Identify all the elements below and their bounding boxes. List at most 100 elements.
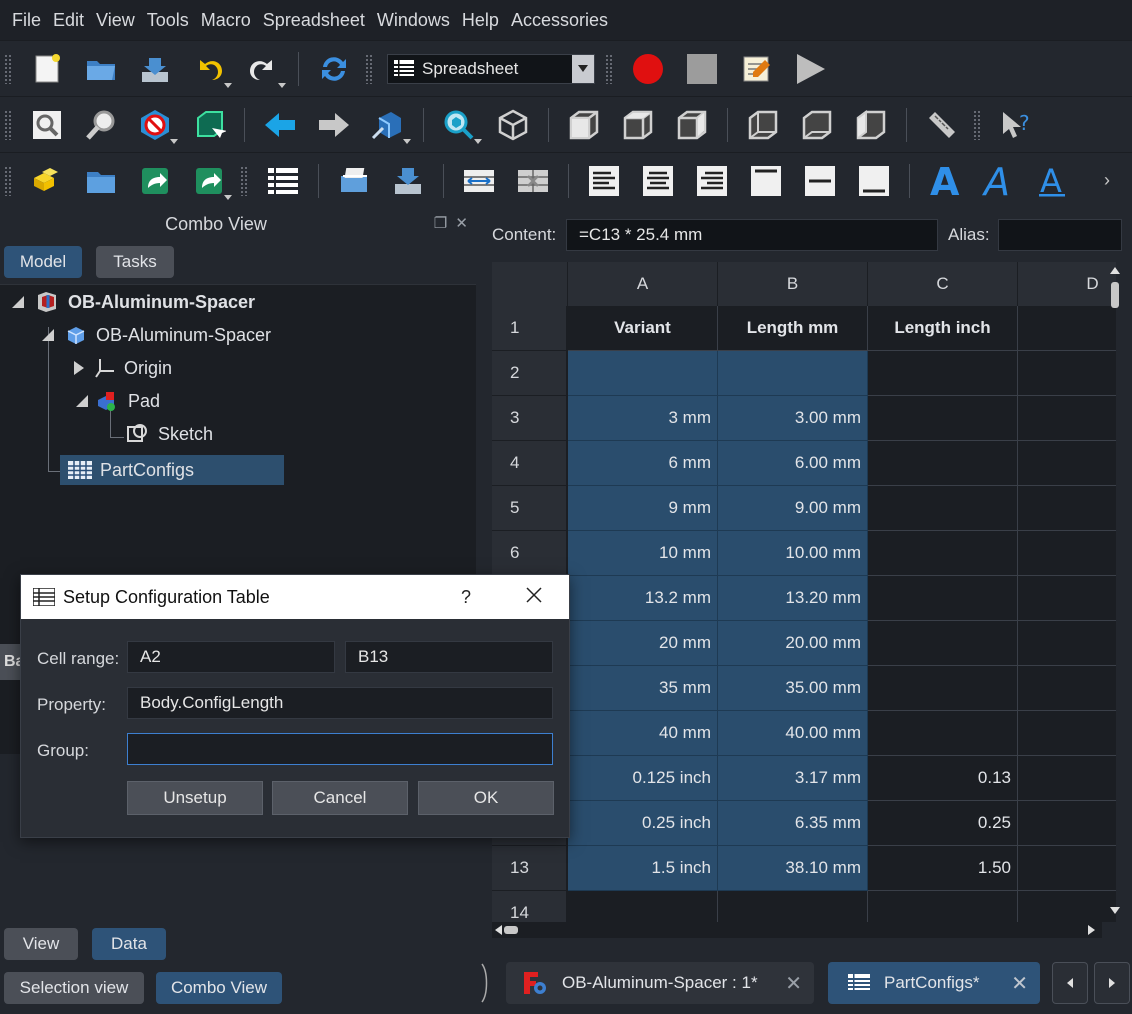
tree-item-document[interactable]: OB-Aluminum-Spacer <box>10 287 255 317</box>
cell-c9[interactable] <box>868 666 1018 711</box>
cell-d9[interactable] <box>1018 666 1116 711</box>
cell-a14[interactable] <box>568 891 718 922</box>
undo-button[interactable] <box>186 46 232 92</box>
tree-item-body[interactable]: OB-Aluminum-Spacer <box>40 320 271 350</box>
cell-d2[interactable] <box>1018 351 1116 396</box>
cell-b14[interactable] <box>718 891 868 922</box>
menu-file[interactable]: File <box>6 0 47 40</box>
cell-b11[interactable]: 3.17 mm <box>718 756 868 801</box>
menu-macro[interactable]: Macro <box>195 0 257 40</box>
cell-d13[interactable] <box>1018 846 1116 891</box>
toolbar-grip[interactable] <box>973 109 981 140</box>
dialog-help-button[interactable]: ? <box>461 587 471 608</box>
row-header[interactable]: 2 <box>492 351 566 396</box>
cell-b5[interactable]: 9.00 mm <box>718 486 868 531</box>
close-tab-icon[interactable]: ✕ <box>785 971 802 996</box>
menu-view[interactable]: View <box>90 0 141 40</box>
bottom-view-button[interactable] <box>794 102 840 148</box>
measure-distance-button[interactable] <box>919 102 965 148</box>
close-panel-icon[interactable]: ✕ <box>455 215 468 232</box>
cell-b12[interactable]: 6.35 mm <box>718 801 868 846</box>
cell-a3[interactable]: 3 mm <box>568 396 718 441</box>
row-header[interactable]: 6 <box>492 531 566 576</box>
tab-model[interactable]: Model <box>4 246 82 278</box>
merge-cells-button[interactable] <box>456 158 502 204</box>
redo-dropdown-icon[interactable] <box>278 82 286 88</box>
tab-view[interactable]: View <box>4 928 78 960</box>
macro-stop-button[interactable] <box>679 46 725 92</box>
cell-d3[interactable] <box>1018 396 1116 441</box>
align-right-button[interactable] <box>689 158 735 204</box>
cell-d4[interactable] <box>1018 441 1116 486</box>
tabs-scroll-left-button[interactable] <box>1052 962 1088 1004</box>
menu-accessories[interactable]: Accessories <box>505 0 614 40</box>
dialog-close-button[interactable] <box>525 586 543 609</box>
align-vcenter-button[interactable] <box>797 158 843 204</box>
cell-d6[interactable] <box>1018 531 1116 576</box>
row-header[interactable]: 13 <box>492 846 566 891</box>
cell-c7[interactable] <box>868 576 1018 621</box>
ok-button[interactable]: OK <box>418 781 554 815</box>
cell-b6[interactable]: 10.00 mm <box>718 531 868 576</box>
cell-d7[interactable] <box>1018 576 1116 621</box>
tab-data[interactable]: Data <box>92 928 166 960</box>
align-left-button[interactable] <box>581 158 627 204</box>
fit-all-button[interactable] <box>24 102 70 148</box>
tree-item-partconfigs[interactable]: PartConfigs <box>60 455 284 485</box>
open-document-button[interactable] <box>78 46 124 92</box>
rear-view-button[interactable] <box>740 102 786 148</box>
isometric-view-button[interactable] <box>490 102 536 148</box>
column-header-d[interactable]: D <box>1018 262 1116 306</box>
unsetup-button[interactable]: Unsetup <box>127 781 263 815</box>
content-input[interactable]: =C13 * 25.4 mm <box>566 219 938 251</box>
undo-dropdown-icon[interactable] <box>224 82 232 88</box>
toolbar-grip[interactable] <box>4 165 12 196</box>
cell-b4[interactable]: 6.00 mm <box>718 441 868 486</box>
toolbar-overflow-icon[interactable]: › <box>1080 170 1110 191</box>
row-header[interactable]: 14 <box>492 891 566 922</box>
cell-c8[interactable] <box>868 621 1018 666</box>
tab-tasks[interactable]: Tasks <box>96 246 174 278</box>
fit-selection-button[interactable] <box>78 102 124 148</box>
menu-edit[interactable]: Edit <box>47 0 90 40</box>
cell-b1[interactable]: Length mm <box>718 306 868 351</box>
row-header[interactable]: 5 <box>492 486 566 531</box>
tab-combo-view[interactable]: Combo View <box>156 972 282 1004</box>
chevron-down-icon[interactable] <box>572 54 594 83</box>
cell-a13[interactable]: 1.5 inch <box>568 846 718 891</box>
toolbar-grip[interactable] <box>365 53 373 84</box>
collapse-arrow-icon[interactable] <box>74 393 90 409</box>
create-link-button[interactable] <box>132 158 178 204</box>
new-document-button[interactable] <box>24 46 70 92</box>
doc-tab-document[interactable]: OB-Aluminum-Spacer : 1* ✕ <box>506 962 814 1004</box>
cell-a4[interactable]: 6 mm <box>568 441 718 486</box>
macro-record-button[interactable] <box>625 46 671 92</box>
cell-d12[interactable] <box>1018 801 1116 846</box>
left-view-button[interactable] <box>848 102 894 148</box>
cell-d10[interactable] <box>1018 711 1116 756</box>
cell-d8[interactable] <box>1018 621 1116 666</box>
collapse-arrow-icon[interactable] <box>10 294 26 310</box>
toolbar-grip[interactable] <box>240 165 248 196</box>
cell-a9[interactable]: 35 mm <box>568 666 718 711</box>
cell-c5[interactable] <box>868 486 1018 531</box>
column-header-c[interactable]: C <box>868 262 1018 306</box>
cell-c1[interactable]: Length inch <box>868 306 1018 351</box>
import-spreadsheet-button[interactable] <box>331 158 377 204</box>
row-header[interactable]: 1 <box>492 306 566 351</box>
cell-a2[interactable] <box>568 351 718 396</box>
cell-a11[interactable]: 0.125 inch <box>568 756 718 801</box>
menu-tools[interactable]: Tools <box>141 0 195 40</box>
cell-b3[interactable]: 3.00 mm <box>718 396 868 441</box>
cell-range-to-input[interactable]: B13 <box>345 641 553 673</box>
bounding-box-button[interactable] <box>186 102 232 148</box>
cell-a10[interactable]: 40 mm <box>568 711 718 756</box>
cell-b10[interactable]: 40.00 mm <box>718 711 868 756</box>
top-view-button[interactable] <box>615 102 661 148</box>
view-fit-isometric-button[interactable] <box>436 102 482 148</box>
cell-a8[interactable]: 20 mm <box>568 621 718 666</box>
draw-style-dropdown-icon[interactable] <box>170 138 178 144</box>
view-fit-dropdown-icon[interactable] <box>474 138 482 144</box>
refresh-button[interactable] <box>311 46 357 92</box>
cell-b13[interactable]: 38.10 mm <box>718 846 868 891</box>
